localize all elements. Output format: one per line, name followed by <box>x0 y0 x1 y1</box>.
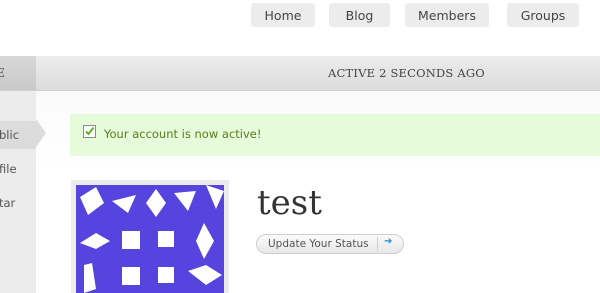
sidebar-item-label: file <box>0 162 17 176</box>
sidebar-item-label: blic <box>0 128 20 142</box>
nav-blog-button[interactable]: Blog <box>329 3 390 27</box>
sidebar-item-profile[interactable]: file <box>0 155 36 183</box>
sub-header-bar <box>0 56 600 91</box>
activity-status: ACTIVE 2 SECONDS AGO <box>328 66 485 80</box>
profile-name: test <box>257 183 322 223</box>
arrow-right-icon: ➔ <box>384 236 393 247</box>
top-bar: Home Blog Members Groups <box>0 0 600 56</box>
sidebar-active-arrow <box>36 119 46 147</box>
sidebar-item-avatar[interactable]: tar <box>0 189 36 217</box>
notice-text: Your account is now active! <box>104 127 262 141</box>
nav-groups-button[interactable]: Groups <box>507 3 579 27</box>
update-status-label: Update Your Status <box>268 238 369 250</box>
sidebar-item-public[interactable]: blic <box>0 121 36 149</box>
sidebar-item-label: tar <box>0 196 16 210</box>
nav-home-button[interactable]: Home <box>251 3 315 27</box>
nav-members-button[interactable]: Members <box>405 3 489 27</box>
sub-header-left-tab[interactable] <box>0 56 36 90</box>
avatar[interactable] <box>76 185 224 293</box>
sub-header-left-label: E <box>0 66 5 80</box>
button-divider <box>377 237 378 251</box>
update-status-button[interactable]: Update Your Status ➔ <box>256 234 404 254</box>
checkbox-icon <box>83 125 96 138</box>
